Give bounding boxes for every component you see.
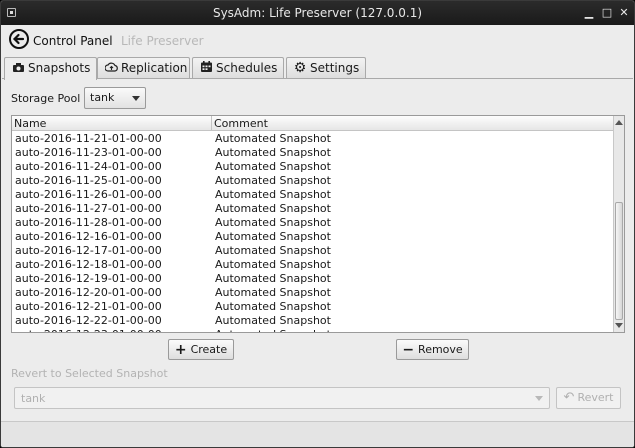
table-row[interactable]: auto-2016-12-18-01-00-00 Automated Snapsh… (12, 258, 614, 272)
snapshot-name: auto-2016-12-18-01-00-00 (15, 258, 162, 271)
create-button[interactable]: + Create (168, 339, 234, 360)
snapshot-name: auto-2016-11-28-01-00-00 (15, 216, 162, 229)
main-window: SysAdm: Life Preserver (127.0.0.1) ▁ □ ✕… (0, 0, 635, 448)
snapshot-name: auto-2016-12-19-01-00-00 (15, 272, 162, 285)
cloud-upload-icon (103, 62, 118, 75)
table-row[interactable]: auto-2016-11-23-01-00-00 Automated Snapsh… (12, 146, 614, 160)
snapshot-comment: Automated Snapshot (215, 216, 331, 229)
close-button[interactable]: ✕ (616, 5, 632, 21)
snapshot-name: auto-2016-12-21-01-00-00 (15, 300, 162, 313)
tab-schedules[interactable]: Schedules (192, 57, 284, 79)
chevron-down-icon (535, 396, 543, 401)
snapshot-name: auto-2016-12-22-01-00-00 (15, 314, 162, 327)
tab-settings-label: Settings (310, 61, 360, 75)
gear-icon: ⚙ (293, 60, 307, 76)
camera-icon (11, 62, 25, 75)
tab-replication-label: Replication (121, 61, 188, 75)
snapshot-comment: Automated Snapshot (215, 328, 331, 332)
snapshot-name: auto-2016-11-27-01-00-00 (15, 202, 162, 215)
snapshot-comment: Automated Snapshot (215, 258, 331, 271)
storage-pool-label: Storage Pool (11, 92, 81, 105)
revert-icon: ↶ (563, 390, 575, 405)
table-row[interactable]: auto-2016-11-25-01-00-00 Automated Snapsh… (12, 174, 614, 188)
snapshot-comment: Automated Snapshot (215, 230, 331, 243)
chevron-down-icon (132, 96, 140, 101)
snapshot-name: auto-2016-11-21-01-00-00 (15, 132, 162, 145)
revert-pool-value: tank (21, 392, 46, 405)
snapshot-comment: Automated Snapshot (215, 314, 331, 327)
title-bar[interactable]: SysAdm: Life Preserver (127.0.0.1) ▁ □ ✕ (1, 1, 634, 25)
storage-pool-select[interactable]: tank (84, 87, 146, 109)
calendar-icon (199, 61, 213, 75)
window-title: SysAdm: Life Preserver (127.0.0.1) (212, 6, 423, 20)
snapshot-name: auto-2016-11-24-01-00-00 (15, 160, 162, 173)
minimize-button[interactable]: ▁ (581, 5, 597, 21)
snapshot-comment: Automated Snapshot (215, 188, 331, 201)
snapshot-comment: Automated Snapshot (215, 132, 331, 145)
scroll-up-icon[interactable] (615, 120, 623, 125)
revert-button[interactable]: ↶ Revert (556, 387, 621, 409)
create-button-label: Create (190, 343, 228, 356)
table-row[interactable]: auto-2016-12-19-01-00-00 Automated Snapsh… (12, 272, 614, 286)
plus-icon: + (174, 342, 187, 358)
maximize-button[interactable]: □ (599, 5, 615, 21)
tab-settings[interactable]: ⚙ Settings (286, 57, 366, 79)
scrollbar-thumb[interactable] (615, 202, 623, 320)
tab-schedules-label: Schedules (216, 61, 278, 75)
control-panel-link[interactable]: Control Panel (33, 34, 113, 48)
table-row[interactable]: auto-2016-12-23-01-00-00 Automated Snapsh… (12, 328, 614, 332)
column-header-name[interactable]: Name (14, 117, 46, 130)
snapshot-comment: Automated Snapshot (215, 202, 331, 215)
snapshot-comment: Automated Snapshot (215, 286, 331, 299)
snapshot-name: auto-2016-12-17-01-00-00 (15, 244, 162, 257)
breadcrumb-current: Life Preserver (121, 34, 204, 48)
table-row[interactable]: auto-2016-12-16-01-00-00 Automated Snapsh… (12, 230, 614, 244)
snapshot-comment: Automated Snapshot (215, 160, 331, 173)
remove-button-label: Remove (418, 343, 463, 356)
revert-pool-select[interactable]: tank (14, 387, 550, 409)
revert-section-label: Revert to Selected Snapshot (11, 367, 168, 380)
toolbar: Control Panel Life Preserver (1, 25, 634, 57)
snapshot-name: auto-2016-12-23-01-00-00 (15, 328, 162, 332)
snapshot-name: auto-2016-11-25-01-00-00 (15, 174, 162, 187)
snapshot-table[interactable]: Name Comment auto-2016-11-21-01-00-00 Aut… (11, 115, 625, 333)
snapshot-comment: Automated Snapshot (215, 272, 331, 285)
tab-snapshots-label: Snapshots (28, 61, 91, 75)
back-arrow-icon[interactable] (9, 29, 29, 49)
table-row[interactable]: auto-2016-12-20-01-00-00 Automated Snapsh… (12, 286, 614, 300)
snapshot-name: auto-2016-11-26-01-00-00 (15, 188, 162, 201)
status-bar (1, 421, 634, 447)
table-row[interactable]: auto-2016-12-22-01-00-00 Automated Snapsh… (12, 314, 614, 328)
table-row[interactable]: auto-2016-11-27-01-00-00 Automated Snapsh… (12, 202, 614, 216)
snapshot-name: auto-2016-12-20-01-00-00 (15, 286, 162, 299)
snapshot-comment: Automated Snapshot (215, 174, 331, 187)
table-row[interactable]: auto-2016-11-28-01-00-00 Automated Snapsh… (12, 216, 614, 230)
revert-button-label: Revert (577, 391, 614, 404)
tab-replication[interactable]: Replication (97, 57, 190, 79)
table-row[interactable]: auto-2016-12-21-01-00-00 Automated Snapsh… (12, 300, 614, 314)
column-divider[interactable] (211, 116, 212, 131)
tab-snapshots[interactable]: Snapshots (4, 57, 98, 80)
vertical-scrollbar[interactable] (613, 116, 624, 332)
snapshot-comment: Automated Snapshot (215, 300, 331, 313)
snapshot-name: auto-2016-12-16-01-00-00 (15, 230, 162, 243)
table-body: auto-2016-11-21-01-00-00 Automated Snapsh… (12, 132, 614, 332)
table-row[interactable]: auto-2016-11-24-01-00-00 Automated Snapsh… (12, 160, 614, 174)
remove-button[interactable]: − Remove (396, 339, 469, 360)
table-header: Name Comment (12, 116, 614, 131)
snapshot-comment: Automated Snapshot (215, 146, 331, 159)
table-row[interactable]: auto-2016-12-17-01-00-00 Automated Snapsh… (12, 244, 614, 258)
snapshot-name: auto-2016-11-23-01-00-00 (15, 146, 162, 159)
scroll-down-icon[interactable] (615, 323, 623, 328)
snapshot-comment: Automated Snapshot (215, 244, 331, 257)
table-row[interactable]: auto-2016-11-26-01-00-00 Automated Snapsh… (12, 188, 614, 202)
minus-icon: − (402, 342, 415, 358)
tab-bar: Snapshots Replication Schedules ⚙ Setting… (1, 57, 634, 80)
storage-pool-value: tank (90, 91, 115, 104)
column-header-comment[interactable]: Comment (214, 117, 268, 130)
table-row[interactable]: auto-2016-11-21-01-00-00 Automated Snapsh… (12, 132, 614, 146)
